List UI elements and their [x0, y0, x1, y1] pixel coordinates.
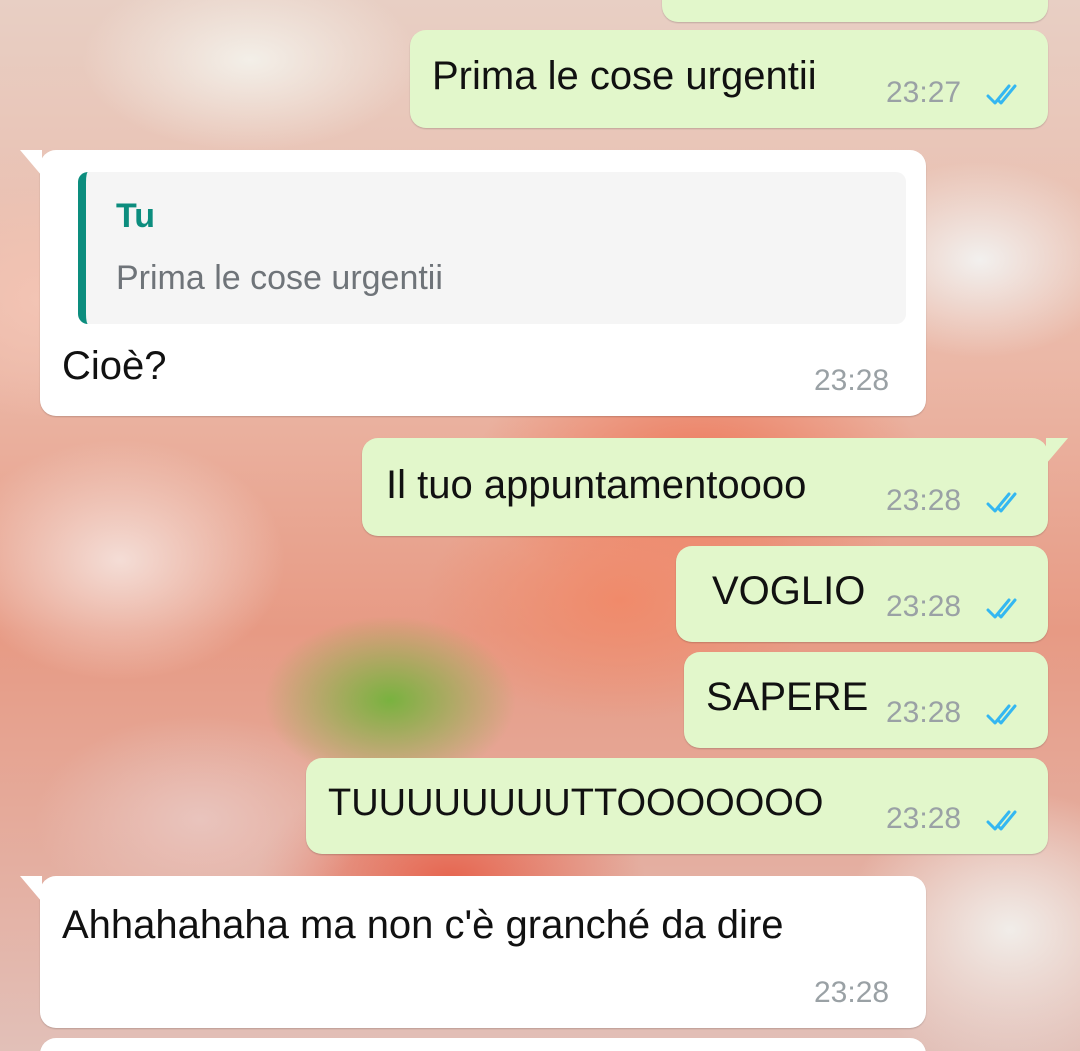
message-time: 23:28 — [886, 590, 962, 623]
double-check-read-icon — [986, 84, 1017, 105]
message-text: TUUUUUUUUTTOOOOOOO — [328, 782, 824, 824]
reply-quote-text: Prima le cose urgentii — [116, 259, 443, 297]
message-bubble-outgoing[interactable]: Prima le cose urgentii 23:27 — [410, 30, 1048, 128]
message-time: 23:28 — [886, 484, 962, 517]
message-time: 23:28 — [886, 696, 962, 729]
double-check-read-icon — [986, 492, 1017, 513]
message-text: Prima le cose urgentii — [432, 54, 817, 98]
double-check-read-icon — [986, 810, 1017, 831]
reply-quote[interactable]: Tu Prima le cose urgentii — [78, 172, 906, 324]
message-time: 23:28 — [814, 364, 890, 397]
message-bubble-partial-bottom[interactable] — [40, 1038, 926, 1051]
message-time: 23:28 — [886, 802, 962, 835]
message-text: SAPERE — [706, 675, 869, 719]
message-bubble-incoming[interactable]: Ahhahahaha ma non c'è granché da dire 23… — [20, 876, 926, 1028]
message-time: 23:28 — [814, 976, 890, 1009]
message-time: 23:27 — [886, 76, 962, 109]
reply-quote-author: Tu — [116, 197, 156, 235]
message-bubble-outgoing[interactable]: TUUUUUUUUTTOOOOOOO 23:28 — [306, 758, 1048, 854]
message-bubble-outgoing[interactable]: Il tuo appuntamentoooo 23:28 — [362, 438, 1068, 536]
message-bubble-partial-top[interactable] — [662, 0, 1048, 22]
message-text: Ahhahahaha ma non c'è granché da dire — [62, 903, 784, 947]
message-text: Cioè? — [62, 344, 167, 388]
message-text: Il tuo appuntamentoooo — [386, 463, 807, 507]
message-text: VOGLIO — [712, 569, 866, 613]
message-bubble-outgoing[interactable]: VOGLIO 23:28 — [676, 546, 1048, 642]
double-check-read-icon — [986, 704, 1017, 725]
message-bubble-outgoing[interactable]: SAPERE 23:28 — [684, 652, 1048, 748]
message-bubble-incoming-reply[interactable]: Tu Prima le cose urgentii Cioè? 23:28 — [20, 150, 926, 416]
double-check-read-icon — [986, 598, 1017, 619]
chat-background: Prima le cose urgentii 23:27 Tu Prima le… — [0, 0, 1080, 1051]
